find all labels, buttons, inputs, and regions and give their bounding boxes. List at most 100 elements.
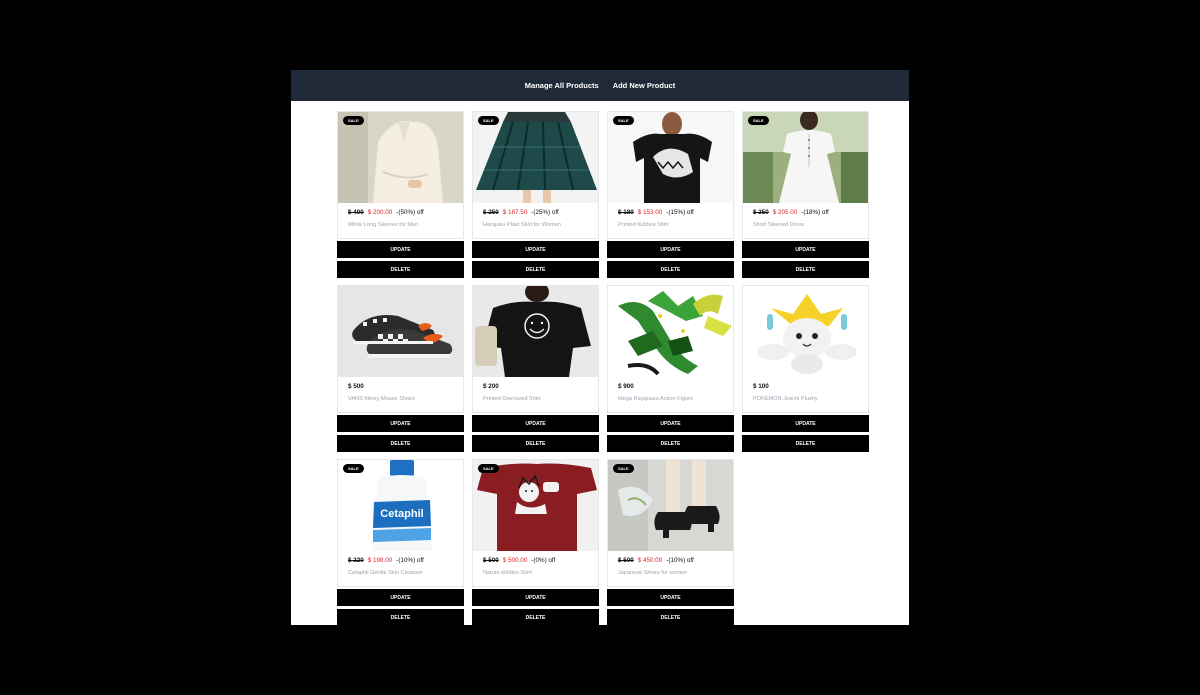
product-image bbox=[338, 112, 463, 203]
product-name: VANS Miney Mouse Shoes bbox=[348, 396, 416, 402]
top-navbar: Manage All Products Add New Product bbox=[291, 70, 909, 101]
product-card: Cetaphil SALE $ 220 $ 198.00 -(10%) off … bbox=[337, 459, 464, 625]
delete-button[interactable]: DELETE bbox=[337, 435, 464, 452]
sale-badge: SALE bbox=[613, 464, 634, 473]
update-button[interactable]: UPDATE bbox=[607, 589, 734, 606]
product-card: $ 900 Mega Rayquaza Action Figure UPDATE… bbox=[607, 285, 734, 452]
price-row: $ 500 $ 450.00 -(10%) off bbox=[618, 557, 723, 564]
product-image bbox=[608, 460, 733, 551]
update-button[interactable]: UPDATE bbox=[472, 589, 599, 606]
sale-price: $ 205.00 bbox=[772, 209, 798, 216]
price-row: $ 200 bbox=[483, 383, 588, 390]
sale-badge: SALE bbox=[478, 116, 499, 125]
sale-price: $ 450.00 bbox=[637, 557, 663, 564]
product-name: Printed Kiddies Shirt bbox=[618, 222, 669, 228]
delete-button[interactable]: DELETE bbox=[607, 609, 734, 625]
discount-label: -(18%) off bbox=[801, 209, 829, 216]
discount-label: -(50%) off bbox=[396, 209, 424, 216]
price-row: $ 400 $ 200.00 -(50%) off bbox=[348, 209, 453, 216]
old-price: $ 500 bbox=[618, 557, 634, 564]
old-price: $ 180 bbox=[618, 209, 634, 216]
old-price: $ 220 bbox=[348, 557, 364, 564]
product-image bbox=[473, 286, 598, 377]
sale-badge: SALE bbox=[478, 464, 499, 473]
price-row: $ 500 bbox=[348, 383, 453, 390]
nav-manage-products[interactable]: Manage All Products bbox=[525, 81, 599, 90]
delete-button[interactable]: DELETE bbox=[472, 435, 599, 452]
sale-badge: SALE bbox=[343, 116, 364, 125]
product-card: $ 200 Printed Oversized Shirt UPDATE DEL… bbox=[472, 285, 599, 452]
sale-badge: SALE bbox=[343, 464, 364, 473]
update-button[interactable]: UPDATE bbox=[472, 415, 599, 432]
app-frame: Manage All Products Add New Product SALE bbox=[291, 70, 909, 625]
discount-label: -(0%) off bbox=[531, 557, 556, 564]
delete-button[interactable]: DELETE bbox=[742, 261, 869, 278]
product-card: SALE $ 500 $ 450.00 -(10%) off Japanese … bbox=[607, 459, 734, 625]
product-image bbox=[473, 112, 598, 203]
price-row: $ 250 $ 205.00 -(18%) off bbox=[753, 209, 858, 216]
product-image bbox=[338, 286, 463, 377]
price: $ 200 bbox=[483, 383, 499, 390]
discount-label: -(25%) off bbox=[531, 209, 559, 216]
product-name: Cetaphil Gentle Skin Cleanser bbox=[348, 570, 423, 576]
discount-label: -(10%) off bbox=[666, 557, 694, 564]
old-price: $ 250 bbox=[483, 209, 499, 216]
discount-label: -(15%) off bbox=[666, 209, 694, 216]
delete-button[interactable]: DELETE bbox=[472, 609, 599, 625]
sale-price: $ 187.50 bbox=[502, 209, 528, 216]
sale-badge: SALE bbox=[748, 116, 769, 125]
product-card: $ 500 VANS Miney Mouse Shoes UPDATE DELE… bbox=[337, 285, 464, 452]
product-name: Naruto kiddies Shirt bbox=[483, 570, 532, 576]
product-image bbox=[743, 112, 868, 203]
product-card: SALE $ 250 $ 205.00 -(18%) off Short Sle… bbox=[742, 111, 869, 278]
price-row: $ 900 bbox=[618, 383, 723, 390]
price: $ 900 bbox=[618, 383, 634, 390]
product-card: SALE $ 250 $ 187.50 -(25%) off Harajuku … bbox=[472, 111, 599, 278]
old-price: $ 250 bbox=[753, 209, 769, 216]
product-card: SALE $ 400 $ 200.00 -(50%) off White Lon… bbox=[337, 111, 464, 278]
update-button[interactable]: UPDATE bbox=[607, 241, 734, 258]
update-button[interactable]: UPDATE bbox=[472, 241, 599, 258]
update-button[interactable]: UPDATE bbox=[337, 241, 464, 258]
update-button[interactable]: UPDATE bbox=[742, 415, 869, 432]
price: $ 100 bbox=[753, 383, 769, 390]
discount-label: -(10%) off bbox=[396, 557, 424, 564]
sale-price: $ 200.00 bbox=[367, 209, 393, 216]
product-card: SALE $ 180 $ 153.00 -(15%) off Printed K… bbox=[607, 111, 734, 278]
sale-badge: SALE bbox=[613, 116, 634, 125]
delete-button[interactable]: DELETE bbox=[337, 609, 464, 625]
product-image bbox=[608, 112, 733, 203]
delete-button[interactable]: DELETE bbox=[337, 261, 464, 278]
product-name: Printed Oversized Shirt bbox=[483, 396, 541, 402]
product-name: POKEMON Jirachi Plushy bbox=[753, 396, 818, 402]
sale-price: $ 153.00 bbox=[637, 209, 663, 216]
product-name: White Long Sleeves for Men bbox=[348, 222, 419, 228]
old-price: $ 500 bbox=[483, 557, 499, 564]
product-image bbox=[473, 460, 598, 551]
price-row: $ 220 $ 198.00 -(10%) off bbox=[348, 557, 453, 564]
update-button[interactable]: UPDATE bbox=[607, 415, 734, 432]
delete-button[interactable]: DELETE bbox=[607, 261, 734, 278]
sale-price: $ 500.00 bbox=[502, 557, 528, 564]
product-name: Mega Rayquaza Action Figure bbox=[618, 396, 693, 402]
product-name: Japanese Shoes for women bbox=[618, 570, 688, 576]
price-row: $ 180 $ 153.00 -(15%) off bbox=[618, 209, 723, 216]
delete-button[interactable]: DELETE bbox=[742, 435, 869, 452]
product-grid: SALE $ 400 $ 200.00 -(50%) off White Lon… bbox=[337, 111, 869, 625]
nav-add-product[interactable]: Add New Product bbox=[613, 81, 676, 90]
delete-button[interactable]: DELETE bbox=[607, 435, 734, 452]
update-button[interactable]: UPDATE bbox=[337, 415, 464, 432]
sale-price: $ 198.00 bbox=[367, 557, 393, 564]
product-name: Short Sleeved Dress bbox=[753, 222, 805, 228]
price-row: $ 250 $ 187.50 -(25%) off bbox=[483, 209, 588, 216]
product-image bbox=[608, 286, 733, 377]
product-image: Cetaphil bbox=[338, 460, 463, 551]
update-button[interactable]: UPDATE bbox=[337, 589, 464, 606]
update-button[interactable]: UPDATE bbox=[742, 241, 869, 258]
product-image bbox=[743, 286, 868, 377]
cetaphil-label: Cetaphil bbox=[380, 508, 423, 520]
delete-button[interactable]: DELETE bbox=[472, 261, 599, 278]
old-price: $ 400 bbox=[348, 209, 364, 216]
product-name: Harajuku Plaid Skirt for Women bbox=[483, 222, 561, 228]
product-card: SALE $ 500 $ 500.00 -(0%) off Naruto kid… bbox=[472, 459, 599, 625]
